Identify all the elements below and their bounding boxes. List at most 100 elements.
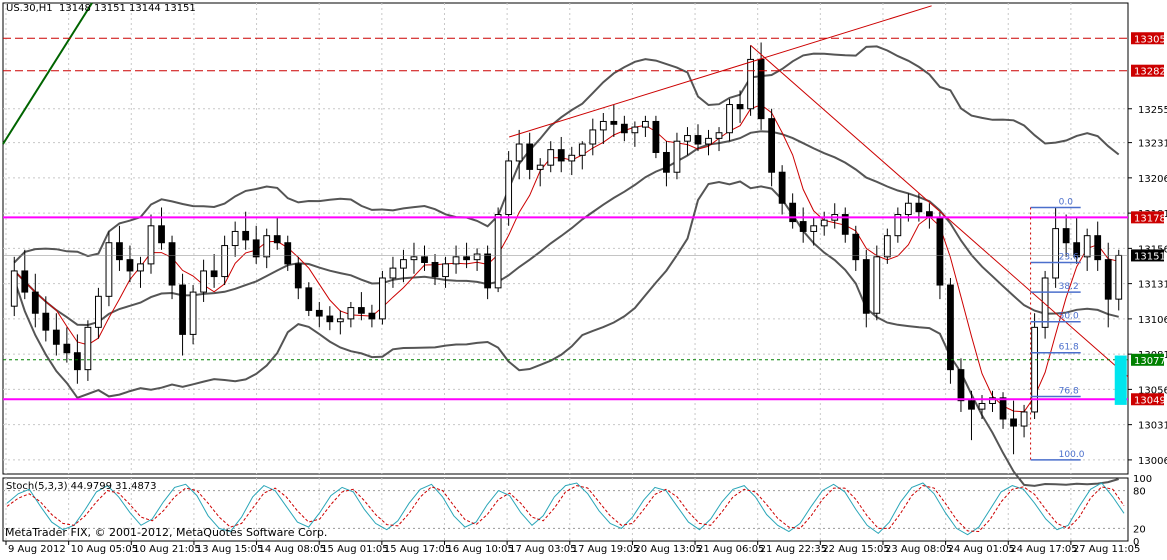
candle-body xyxy=(273,235,281,244)
candle-body xyxy=(1115,254,1123,300)
candle-body xyxy=(904,202,912,216)
candle-body xyxy=(305,287,313,311)
candle-body xyxy=(179,284,186,335)
candle-body xyxy=(494,214,502,289)
candle-body xyxy=(347,307,355,320)
candle-body xyxy=(473,253,481,261)
candle-body xyxy=(442,263,449,278)
candle-body xyxy=(400,259,407,269)
candle-body xyxy=(694,135,702,145)
candle-body xyxy=(21,270,29,293)
candle-body xyxy=(137,263,144,272)
candle-body xyxy=(315,309,323,317)
x-tick-label: 9 Aug 2012 xyxy=(8,544,66,555)
candle-body xyxy=(1104,259,1112,300)
candle-body xyxy=(505,160,513,216)
candle-body xyxy=(663,151,670,173)
candle-body xyxy=(526,143,534,170)
candle-body xyxy=(1052,228,1060,279)
candle-body xyxy=(873,256,881,314)
candle-body xyxy=(641,120,649,128)
x-tick-label: 10 Aug 21:05 xyxy=(133,544,200,555)
candle-body xyxy=(410,256,418,261)
candle-body xyxy=(747,58,754,110)
level-label-13151: 13151 xyxy=(1134,251,1166,262)
candle-body xyxy=(52,329,60,345)
x-tick-label: 21 Aug 22:35 xyxy=(760,544,827,555)
x-tick-label: 27 Aug 11:05 xyxy=(1073,544,1140,555)
price-chart[interactable]: 1325513231132061318113156131311310613081… xyxy=(0,0,1167,556)
candle-body xyxy=(1020,411,1028,427)
fib-level-label: 61.8 xyxy=(1059,343,1079,353)
candle-body xyxy=(705,137,712,145)
candle-body xyxy=(568,154,576,162)
x-tick-label: 21 Aug 06:05 xyxy=(697,544,764,555)
candle-body xyxy=(799,221,807,232)
stoch-tick-label: 100 xyxy=(1133,474,1152,485)
candle-body xyxy=(757,58,765,120)
candle-body xyxy=(147,225,155,265)
x-tick-label: 17 Aug 19:05 xyxy=(572,544,639,555)
fib-level-label: 76.8 xyxy=(1059,386,1079,396)
chart-header: US.30,H1 13148 13151 13144 13151 xyxy=(6,3,196,14)
candle-body xyxy=(431,261,439,278)
candle-body xyxy=(862,259,870,314)
fib-level-label: 100.0 xyxy=(1059,450,1085,460)
candle-body xyxy=(589,129,597,145)
candle-body xyxy=(379,277,386,320)
candle-body xyxy=(684,135,691,142)
y-tick-label: 13006 xyxy=(1138,456,1167,467)
ohlc-label: 13148 13151 13144 13151 xyxy=(59,3,196,14)
candle-body xyxy=(158,225,165,244)
candle-body xyxy=(1010,418,1017,427)
candle-body xyxy=(231,230,239,247)
x-tick-label: 15 Aug 01:05 xyxy=(321,544,388,555)
candle-body xyxy=(557,149,565,162)
y-tick-label: 13231 xyxy=(1138,139,1167,150)
candle-body xyxy=(915,202,923,213)
stoch-tick-label: 80 xyxy=(1133,487,1146,498)
candle-body xyxy=(599,120,607,131)
candle-body xyxy=(1083,235,1091,258)
y-tick-label: 13131 xyxy=(1138,280,1167,291)
x-tick-label: 24 Aug 17:05 xyxy=(1010,544,1077,555)
candle-body xyxy=(326,315,334,323)
candle-body xyxy=(536,164,544,170)
candle-body xyxy=(578,143,586,156)
x-tick-label: 24 Aug 01:05 xyxy=(948,544,1015,555)
candle-body xyxy=(336,318,344,323)
candle-body xyxy=(452,256,460,265)
fib-level-label: 50.0 xyxy=(1059,312,1079,322)
candle-body xyxy=(673,140,681,173)
candle-body xyxy=(726,104,733,134)
candle-body xyxy=(252,239,260,258)
candle-body xyxy=(421,256,428,263)
candle-body xyxy=(189,291,197,335)
candle-body xyxy=(936,216,944,286)
candle-body xyxy=(368,312,376,320)
candle-body xyxy=(547,149,555,166)
candle-body xyxy=(463,256,470,261)
mt4-chart-window[interactable]: 1325513231132061318113156131311310613081… xyxy=(0,0,1167,556)
candle-body xyxy=(789,202,797,223)
candle-body xyxy=(968,400,975,410)
candle-body xyxy=(357,307,365,314)
x-tick-label: 10 Aug 05:05 xyxy=(71,544,138,555)
y-tick-label: 13255 xyxy=(1138,105,1167,116)
copyright-label: MetaTrader FIX, © 2001-2012, MetaQuotes … xyxy=(5,526,328,539)
candle-body xyxy=(126,259,134,272)
candle-body xyxy=(63,343,71,354)
x-tick-label: 15 Aug 17:05 xyxy=(384,544,451,555)
candle-body xyxy=(73,352,81,371)
candle-body xyxy=(200,270,207,293)
fib-level-label: 0.0 xyxy=(1059,197,1074,207)
level-label-13305: 13305 xyxy=(1134,34,1166,45)
stoch-tick-label: 0 xyxy=(1133,537,1139,548)
candle-body xyxy=(778,171,786,204)
x-tick-label: 22 Aug 15:05 xyxy=(822,544,889,555)
candle-body xyxy=(610,120,618,125)
target-zone-box xyxy=(1114,355,1127,405)
y-tick-label: 13031 xyxy=(1138,421,1167,432)
x-tick-label: 13 Aug 15:05 xyxy=(196,544,263,555)
candle-body xyxy=(95,295,102,328)
